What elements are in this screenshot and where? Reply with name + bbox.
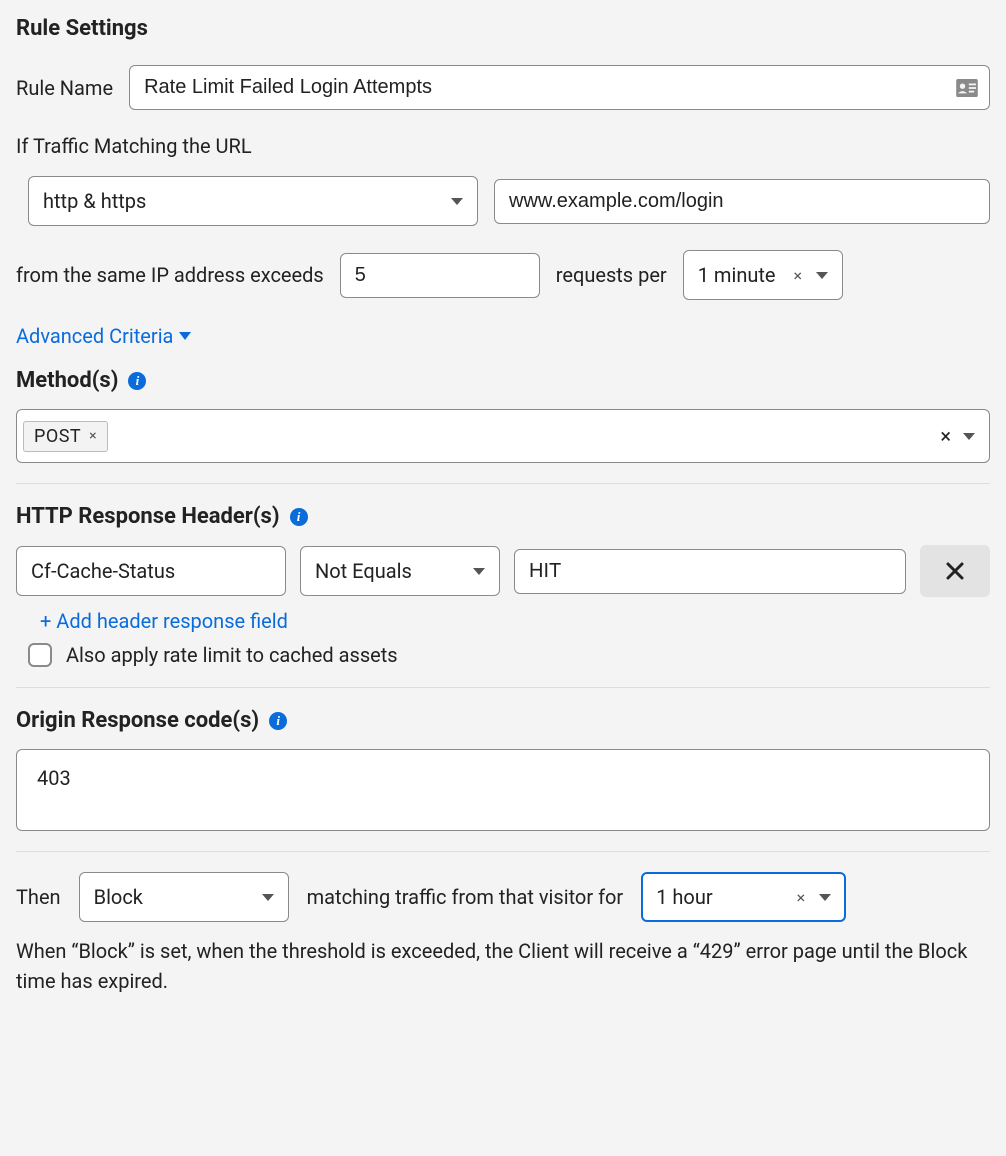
add-header-link[interactable]: + Add header response field bbox=[40, 609, 288, 633]
action-select-value: Block bbox=[94, 885, 143, 909]
id-card-icon bbox=[956, 79, 978, 97]
remove-header-button[interactable] bbox=[920, 545, 990, 597]
header-operator-select[interactable]: Not Equals bbox=[300, 546, 500, 596]
chevron-down-icon bbox=[262, 894, 274, 901]
rule-name-label: Rule Name bbox=[16, 76, 113, 100]
methods-multiselect[interactable]: POST × × bbox=[16, 409, 990, 463]
scheme-select[interactable]: http & https bbox=[28, 176, 478, 226]
clear-icon[interactable]: × bbox=[788, 266, 809, 285]
origin-codes-input[interactable]: 403 bbox=[16, 749, 990, 831]
traffic-matching-label: If Traffic Matching the URL bbox=[16, 134, 990, 158]
block-help-text: When “Block” is set, when the threshold … bbox=[16, 936, 990, 996]
page-heading: Rule Settings bbox=[16, 16, 990, 41]
action-select[interactable]: Block bbox=[79, 872, 289, 922]
header-value-input[interactable] bbox=[514, 549, 906, 594]
chevron-down-icon bbox=[819, 894, 831, 901]
remove-tag-icon[interactable]: × bbox=[89, 428, 97, 444]
header-name-select[interactable]: Cf-Cache-Status bbox=[16, 546, 286, 596]
info-icon[interactable]: i bbox=[290, 508, 308, 526]
chevron-down-icon bbox=[963, 433, 975, 440]
rule-name-input[interactable] bbox=[129, 65, 990, 110]
header-operator-value: Not Equals bbox=[315, 559, 412, 583]
requests-per-label: requests per bbox=[556, 263, 667, 287]
response-header-heading: HTTP Response Header(s) bbox=[16, 504, 280, 529]
methods-heading: Method(s) bbox=[16, 368, 118, 393]
url-input[interactable] bbox=[494, 179, 990, 224]
period-select-value: 1 minute bbox=[698, 263, 776, 287]
info-icon[interactable]: i bbox=[269, 712, 287, 730]
then-label: Then bbox=[16, 885, 61, 909]
method-tag-label: POST bbox=[34, 426, 81, 447]
chevron-down-icon bbox=[816, 272, 828, 279]
clear-icon[interactable]: × bbox=[791, 888, 812, 907]
header-name-value: Cf-Cache-Status bbox=[31, 559, 175, 583]
chevron-down-icon bbox=[179, 332, 191, 340]
duration-select-value: 1 hour bbox=[656, 885, 712, 909]
duration-select[interactable]: 1 hour × bbox=[641, 872, 846, 922]
period-select[interactable]: 1 minute × bbox=[683, 250, 843, 300]
scheme-select-value: http & https bbox=[43, 189, 146, 213]
chevron-down-icon bbox=[473, 568, 485, 575]
cached-assets-label: Also apply rate limit to cached assets bbox=[66, 643, 398, 667]
chevron-down-icon bbox=[451, 198, 463, 205]
origin-codes-heading: Origin Response code(s) bbox=[16, 708, 259, 733]
method-tag: POST × bbox=[23, 421, 108, 452]
from-ip-label: from the same IP address exceeds bbox=[16, 263, 324, 287]
info-icon[interactable]: i bbox=[128, 372, 146, 390]
clear-all-icon[interactable]: × bbox=[940, 424, 951, 448]
close-icon bbox=[946, 562, 964, 580]
cached-assets-checkbox[interactable] bbox=[28, 643, 52, 667]
threshold-input[interactable] bbox=[340, 253, 540, 298]
advanced-criteria-label: Advanced Criteria bbox=[16, 324, 173, 348]
advanced-criteria-toggle[interactable]: Advanced Criteria bbox=[16, 324, 191, 348]
matching-traffic-label: matching traffic from that visitor for bbox=[307, 885, 624, 909]
